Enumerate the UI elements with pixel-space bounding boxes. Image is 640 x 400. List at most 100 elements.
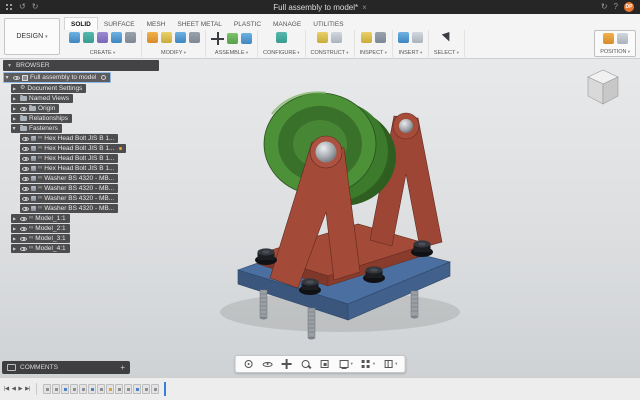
- browser-tree-item[interactable]: Fasteners: [11, 124, 62, 133]
- browser-tree-item[interactable]: Washer BS 4320 - MB...: [20, 194, 118, 203]
- timeline-feature-icon[interactable]: [115, 384, 123, 394]
- shell-icon[interactable]: [175, 32, 186, 43]
- visibility-eye-icon[interactable]: [22, 137, 29, 141]
- timeline-playhead[interactable]: [164, 382, 166, 396]
- browser-tree-item[interactable]: Hex Head Bolt JIS B 1...: [20, 154, 118, 163]
- fit-icon[interactable]: [319, 358, 331, 370]
- timeline-feature-icon[interactable]: [61, 384, 69, 394]
- timeline-control-button[interactable]: ▶: [18, 386, 22, 392]
- group-label-assemble[interactable]: ASSEMBLE: [215, 50, 248, 56]
- timeline-control-button[interactable]: |◀: [4, 386, 9, 392]
- view-cube[interactable]: [580, 64, 626, 110]
- zoom-icon[interactable]: [300, 358, 312, 370]
- timeline-feature-icon[interactable]: [124, 384, 132, 394]
- revolve-icon[interactable]: [97, 32, 108, 43]
- expand-arrow-icon[interactable]: [13, 124, 18, 133]
- expand-arrow-icon[interactable]: [13, 104, 18, 113]
- browser-tree-item[interactable]: Relationships: [11, 114, 72, 123]
- extrude-icon[interactable]: [83, 32, 94, 43]
- browser-tree-item[interactable]: Named Views: [11, 94, 73, 103]
- joint-icon[interactable]: [227, 33, 238, 44]
- browser-tree-item[interactable]: Hex Head Bolt JIS B 1...: [20, 164, 118, 173]
- press-pull-icon[interactable]: [147, 32, 158, 43]
- job-status-icon[interactable]: ↻: [601, 0, 608, 14]
- timeline-feature-icon[interactable]: [133, 384, 141, 394]
- browser-tree-item[interactable]: Hex Head Bolt JIS B 1...: [20, 134, 118, 143]
- browser-tree-item[interactable]: Washer BS 4320 - MB...: [20, 184, 118, 193]
- new-assembly-icon[interactable]: [241, 33, 252, 44]
- visibility-eye-icon[interactable]: [20, 227, 27, 231]
- tab-close-icon[interactable]: ×: [362, 3, 367, 12]
- viewports-icon[interactable]: ▾: [382, 358, 397, 370]
- capture-position-icon[interactable]: [603, 33, 614, 44]
- insert-mcmaster-icon[interactable]: [412, 32, 423, 43]
- tab-solid[interactable]: SOLID: [64, 17, 98, 30]
- browser-tree-item[interactable]: Model_2:1: [11, 224, 70, 233]
- timeline-feature-icon[interactable]: [97, 384, 105, 394]
- comments-bar[interactable]: COMMENTS +: [2, 361, 130, 374]
- display-settings-icon[interactable]: ▾: [338, 358, 353, 370]
- browser-tree-item[interactable]: Washer BS 4320 - MB...: [20, 174, 118, 183]
- timeline-feature-icon[interactable]: [151, 384, 159, 394]
- timeline-feature-icon[interactable]: [52, 384, 60, 394]
- group-label-inspect[interactable]: INSPECT: [360, 50, 387, 56]
- section-analysis-icon[interactable]: [375, 32, 386, 43]
- visibility-eye-icon[interactable]: [22, 187, 29, 191]
- browser-root-item[interactable]: Full assembly to model: [3, 72, 111, 83]
- group-label-position[interactable]: POSITION: [600, 49, 630, 55]
- undo-icon[interactable]: ↺: [19, 0, 26, 14]
- model-canvas[interactable]: [200, 62, 520, 362]
- visibility-eye-icon[interactable]: [20, 237, 27, 241]
- expand-arrow-icon[interactable]: [13, 244, 18, 253]
- tab-surface[interactable]: SURFACE: [98, 18, 141, 30]
- tab-utilities[interactable]: UTILITIES: [307, 18, 349, 30]
- tab-mesh[interactable]: MESH: [141, 18, 172, 30]
- timeline-control-button[interactable]: ◀: [12, 386, 16, 392]
- timeline-feature-icon[interactable]: [142, 384, 150, 394]
- expand-arrow-icon[interactable]: [13, 214, 18, 223]
- group-label-insert[interactable]: INSERT: [399, 50, 423, 56]
- workspace-switcher-button[interactable]: DESIGN: [4, 18, 60, 55]
- expand-arrow-icon[interactable]: [13, 84, 18, 93]
- timeline-feature-icon[interactable]: [43, 384, 51, 394]
- redo-icon[interactable]: ↻: [32, 0, 39, 14]
- measure-icon[interactable]: [361, 32, 372, 43]
- browser-tree-item[interactable]: Model_1:1: [11, 214, 70, 223]
- revert-position-icon[interactable]: [617, 33, 628, 44]
- visibility-eye-icon[interactable]: [22, 197, 29, 201]
- orbit-icon[interactable]: [243, 358, 255, 370]
- tab-manage[interactable]: MANAGE: [267, 18, 307, 30]
- timeline-feature-icon[interactable]: [106, 384, 114, 394]
- add-comment-button[interactable]: +: [120, 361, 125, 374]
- visibility-eye-icon[interactable]: [22, 207, 29, 211]
- look-at-icon[interactable]: [262, 358, 274, 370]
- app-grid-icon[interactable]: [6, 4, 13, 11]
- grid-display-icon[interactable]: ▾: [360, 358, 375, 370]
- document-tab[interactable]: Full assembly to model*×: [136, 3, 504, 12]
- browser-tree-item[interactable]: Hex Head Bolt JIS B 1...: [20, 144, 126, 153]
- group-label-create[interactable]: CREATE: [90, 50, 115, 56]
- help-icon[interactable]: ?: [614, 0, 618, 14]
- visibility-eye-icon[interactable]: [20, 217, 27, 221]
- insert-mesh-icon[interactable]: [398, 32, 409, 43]
- fillet-icon[interactable]: [161, 32, 172, 43]
- expand-arrow-icon[interactable]: [13, 234, 18, 243]
- new-component-icon[interactable]: [69, 32, 80, 43]
- visibility-eye-icon[interactable]: [13, 76, 20, 80]
- move-copy-icon[interactable]: [211, 32, 224, 45]
- timeline-feature-icon[interactable]: [79, 384, 87, 394]
- visibility-eye-icon[interactable]: [22, 177, 29, 181]
- timeline-feature-icon[interactable]: [88, 384, 96, 394]
- expand-arrow-icon[interactable]: [6, 73, 11, 82]
- group-label-configure[interactable]: CONFIGURE: [263, 50, 300, 56]
- browser-header[interactable]: ▼ BROWSER: [3, 60, 159, 71]
- pan-icon[interactable]: [281, 358, 293, 370]
- user-avatar[interactable]: DP: [624, 2, 634, 12]
- group-label-modify[interactable]: MODIFY: [161, 50, 186, 56]
- browser-tree-item[interactable]: Washer BS 4320 - MB...: [20, 204, 118, 213]
- construction-axis-icon[interactable]: [331, 32, 342, 43]
- browser-tree-item[interactable]: Model_3:1: [11, 234, 70, 243]
- visibility-eye-icon[interactable]: [22, 167, 29, 171]
- visibility-eye-icon[interactable]: [22, 157, 29, 161]
- expand-arrow-icon[interactable]: [13, 114, 18, 123]
